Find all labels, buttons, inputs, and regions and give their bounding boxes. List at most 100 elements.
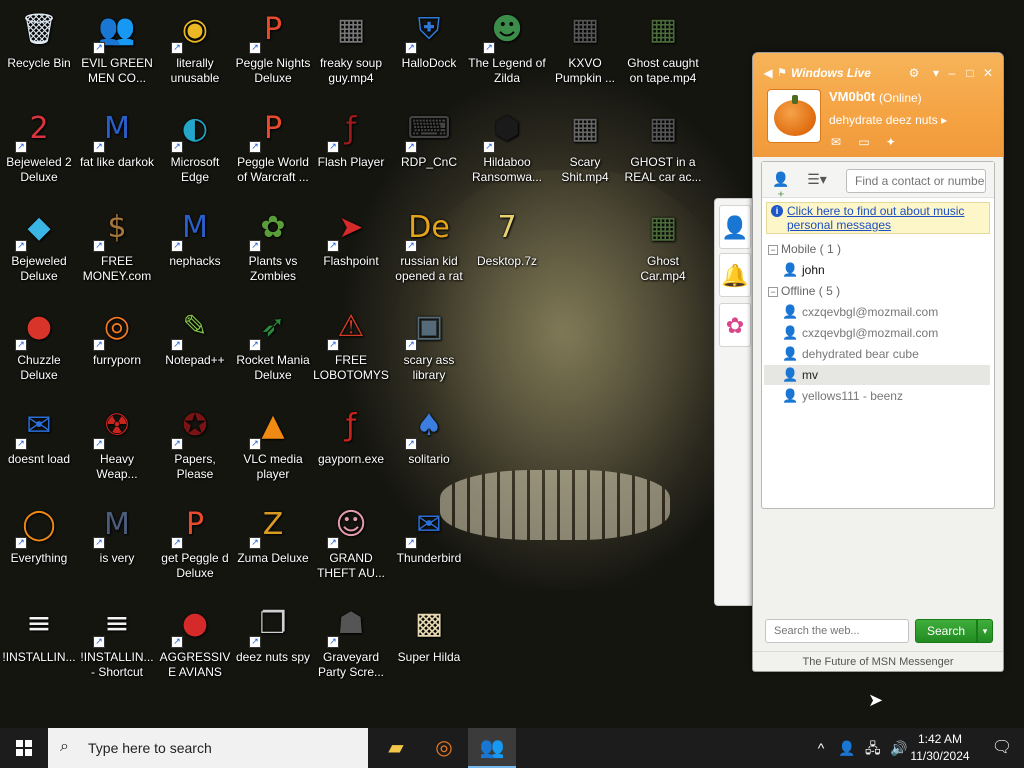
desktop-icon[interactable]: ◎ ↗ furryporn [78, 303, 156, 368]
desktop-icon[interactable]: ➤ ↗ Flashpoint [312, 204, 390, 269]
desktop-icon[interactable]: ◯ ↗ Everything [0, 501, 78, 566]
spaces-icon[interactable]: ▭ [858, 135, 882, 149]
desktop-icon[interactable]: ● ↗ Chuzzle Deluxe [0, 303, 78, 383]
desktop-icon[interactable]: M ↗ fat like darkok [78, 105, 156, 170]
maximize-button[interactable]: □ [963, 65, 977, 81]
desktop-icon[interactable]: ☢ ↗ Heavy Weap... [78, 402, 156, 482]
msn-butterfly-icon[interactable]: ✦ [886, 135, 910, 149]
desktop-icon[interactable]: ➶ ↗ Rocket Mania Deluxe [234, 303, 312, 383]
personal-message[interactable]: dehydrate deez nuts ▸ [829, 113, 947, 127]
contact-item[interactable]: 👤 cxzqevbgl@mozmail.com [764, 323, 990, 343]
firefox-icon[interactable]: ◎ [420, 728, 468, 768]
desktop-icon[interactable]: ✪ ↗ Papers, Please [156, 402, 234, 482]
desktop-icon[interactable]: ♠ ↗ solitario [390, 402, 468, 467]
file-explorer-icon[interactable]: ▰ [372, 728, 420, 768]
desktop-icon[interactable]: P ↗ get Peggle d Deluxe [156, 501, 234, 581]
desktop-icon[interactable]: ▦ Ghost Car.mp4 [624, 204, 702, 284]
recycle-bin-icon: 🗑 [19, 12, 59, 47]
alerts-bell-icon[interactable]: 🔔 [719, 253, 751, 297]
desktop-icon[interactable]: ▲ ↗ VLC media player [234, 402, 312, 482]
user-status[interactable]: (Online) [879, 91, 922, 105]
desktop-icon[interactable]: ⌨ ↗ RDP_CnC [390, 105, 468, 170]
contact-item[interactable]: 👤 yellows111 - beenz [764, 386, 990, 406]
desktop-icon[interactable]: M ↗ nephacks [156, 204, 234, 269]
add-contact-icon[interactable]: 👤⁺ [770, 171, 792, 204]
desktop-icon[interactable]: ◆ ↗ Bejeweled Deluxe [0, 204, 78, 284]
search-dropdown-icon[interactable]: ▾ [977, 619, 993, 643]
desktop-icon[interactable]: ✿ ↗ Plants vs Zombies [234, 204, 312, 284]
desktop-icon[interactable]: ▦ Scary Shit.mp4 [546, 105, 624, 185]
desktop-icon-label: Microsoft Edge [170, 155, 220, 184]
contacts-tab-icon[interactable]: 👤 [719, 205, 751, 249]
desktop-icon[interactable]: ❐ ↗ deez nuts spy [234, 600, 312, 665]
desktop-icon[interactable]: P ↗ Peggle Nights Deluxe [234, 6, 312, 86]
notification-center-icon[interactable]: 🗨 [980, 728, 1024, 768]
change-view-icon[interactable]: ☰▾ [806, 171, 828, 189]
desktop-icon[interactable]: ⛨ ↗ HalloDock [390, 6, 468, 71]
group-header-mobile[interactable]: − Mobile ( 1 ) [768, 242, 988, 258]
tools-icon[interactable]: ⚙ [907, 65, 921, 81]
user-display-name[interactable]: VM0b0t [829, 89, 875, 104]
desktop-icon[interactable]: De ↗ russian kid opened a rat [390, 204, 468, 284]
msn-tray-icon[interactable]: 👤 [836, 728, 858, 768]
find-contact-input[interactable] [846, 169, 986, 193]
contact-list-panel: 👤⁺ ☰▾ i Click here to find out about mus… [761, 161, 995, 509]
desktop-icon[interactable]: ⚠ ↗ FREE LOBOTOMYS [312, 303, 390, 383]
desktop-icon[interactable]: 🗑 Recycle Bin [0, 6, 78, 71]
desktop-icon[interactable]: ≡ !INSTALLIN... [0, 600, 78, 665]
desktop-icon[interactable]: ƒ gayporn.exe [312, 402, 390, 467]
desktop-icon[interactable]: ƒ ↗ Flash Player [312, 105, 390, 170]
desktop-icon-label: nephacks [169, 254, 221, 268]
contact-item[interactable]: 👤 cxzqevbgl@mozmail.com [764, 302, 990, 322]
msn-messenger-icon[interactable]: 👥 [468, 728, 516, 768]
desktop-icon[interactable]: ☺ ↗ GRAND THEFT AU... [312, 501, 390, 581]
taskbar-search-box[interactable]: ⌕ Type here to search [48, 728, 368, 768]
mail-icon[interactable]: ✉ [831, 135, 855, 149]
contact-item[interactable]: 👤 john [764, 260, 990, 280]
contact-item[interactable]: 👤 mv [764, 365, 990, 385]
desktop-icon[interactable]: Z ↗ Zuma Deluxe [234, 501, 312, 566]
group-header-offline[interactable]: − Offline ( 5 ) [768, 284, 988, 300]
desktop-icon-label: EVIL GREEN MEN CO... [81, 56, 153, 85]
desktop-icon[interactable]: $ ↗ FREE MONEY.com [78, 204, 156, 284]
text-file-icon: ≡ [26, 606, 52, 641]
web-search-input[interactable] [765, 619, 909, 643]
group-name: Mobile ( 1 ) [781, 242, 842, 256]
desktop-icon[interactable]: P ↗ Peggle World of Warcraft ... [234, 105, 312, 185]
minimize-button[interactable]: – [945, 65, 959, 81]
shortcut-arrow-icon: ↗ [327, 339, 339, 351]
close-button[interactable]: ✕ [981, 65, 995, 81]
avatar[interactable] [767, 89, 821, 143]
desktop-icon[interactable]: ▩ Super Hilda [390, 600, 468, 665]
music-pm-link[interactable]: Click here to find out about music perso… [787, 204, 987, 232]
desktop-icon[interactable]: ✉ ↗ doesnt load [0, 402, 78, 467]
desktop-icon[interactable]: ✉ ↗ Thunderbird [390, 501, 468, 566]
desktop-icon[interactable]: ✎ ↗ Notepad++ [156, 303, 234, 368]
show-hidden-icons-chevron-icon[interactable]: ^ [810, 728, 832, 768]
desktop-icon[interactable]: ☗ ↗ Graveyard Party Scre... [312, 600, 390, 680]
desktop-icon[interactable]: ≡ ↗ !INSTALLIN... - Shortcut [78, 600, 156, 680]
back-arrow-icon[interactable]: ◀ [761, 65, 775, 81]
desktop-icon[interactable]: ▦ freaky soup guy.mp4 [312, 6, 390, 86]
desktop-icon[interactable]: ▦ GHOST in a REAL car ac... [624, 105, 702, 185]
desktop-icon[interactable]: M ↗ is very [78, 501, 156, 566]
clock[interactable]: 1:42 AM 11/30/2024 [905, 731, 975, 765]
contact-item[interactable]: 👤 dehydrated bear cube [764, 344, 990, 364]
desktop-icon[interactable]: ⬢ ↗ Hildaboo Ransomwa... [468, 105, 546, 185]
desktop-icon[interactable]: ◐ ↗ Microsoft Edge [156, 105, 234, 185]
desktop-icon[interactable]: ▣ ↗ scary ass library [390, 303, 468, 383]
desktop-icon[interactable]: ▦ Ghost caught on tape.mp4 [624, 6, 702, 86]
start-button[interactable] [0, 728, 48, 768]
desktop-icon[interactable]: 👥 ↗ EVIL GREEN MEN CO... [78, 6, 156, 86]
desktop-icon[interactable]: ● ↗ AGGRESSIVE AVIANS [156, 600, 234, 680]
desktop-icon[interactable]: 2 ↗ Bejeweled 2 Deluxe [0, 105, 78, 185]
network-icon[interactable]: 🖧 [862, 728, 884, 768]
desktop-icon[interactable]: ▦ KXVO Pumpkin ... [546, 6, 624, 86]
desktop-icon[interactable]: ◉ ↗ literally unusable [156, 6, 234, 86]
shortcut-arrow-icon: ↗ [405, 141, 417, 153]
search-button[interactable]: Search [915, 619, 977, 643]
desktop-icon[interactable]: 7 Desktop.7z [468, 204, 546, 269]
desktop-icon[interactable]: ☻ ↗ The Legend of Zilda [468, 6, 546, 86]
menu-dropdown-icon[interactable]: ▾ [929, 65, 943, 81]
games-tab-icon[interactable]: ✿ [719, 303, 751, 347]
